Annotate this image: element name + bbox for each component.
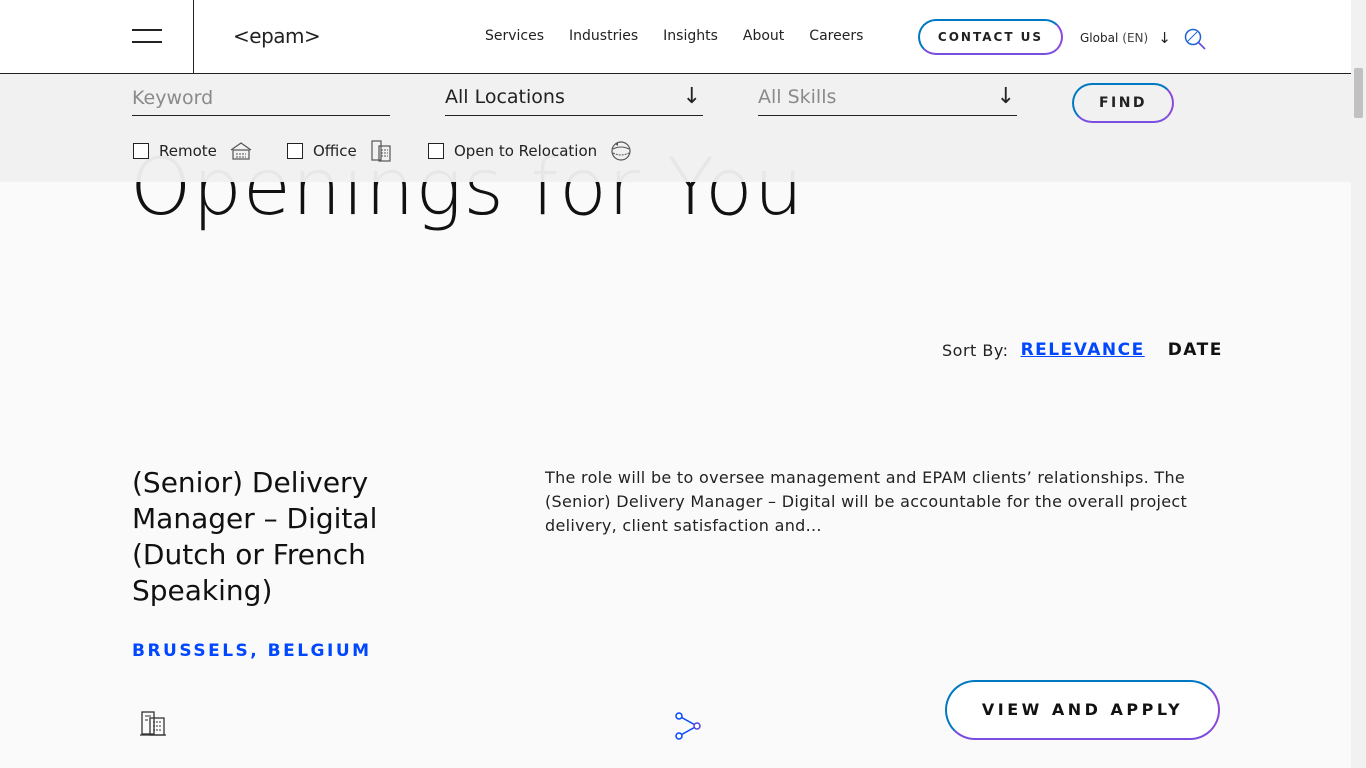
checkbox-box[interactable]: [287, 143, 303, 159]
skills-select[interactable]: All Skills ↓: [758, 84, 1017, 116]
office-checkbox[interactable]: Office: [287, 139, 393, 163]
region-selector[interactable]: Global (EN) ↓: [1080, 29, 1171, 47]
remote-checkbox[interactable]: Remote: [133, 139, 253, 163]
main-nav: Services Industries Insights About Caree…: [485, 28, 888, 44]
chevron-down-icon: ↓: [682, 84, 701, 109]
keyword-input[interactable]: [132, 84, 390, 109]
location-select[interactable]: All Locations ↓: [445, 84, 703, 116]
job-location: BRUSSELS, BELGIUM: [132, 641, 372, 661]
share-icon[interactable]: [672, 710, 704, 742]
location-value: All Locations: [445, 86, 565, 108]
keyword-field[interactable]: [132, 84, 390, 116]
remote-house-icon: [230, 142, 252, 160]
checkbox-box[interactable]: [133, 143, 149, 159]
find-button[interactable]: FIND: [1072, 83, 1174, 123]
page: Openings for You Sort By: RELEVANCE DATE…: [0, 0, 1366, 768]
job-description: The role will be to oversee management a…: [545, 468, 1188, 535]
sort-label: Sort By:: [942, 340, 1009, 360]
nav-careers[interactable]: Careers: [809, 28, 863, 44]
remote-label: Remote: [159, 142, 217, 160]
skills-value: All Skills: [758, 86, 837, 108]
job-title-link[interactable]: (Senior) Delivery Manager – Digital (Dut…: [132, 465, 462, 609]
sort-controls: Sort By: RELEVANCE DATE: [942, 340, 1223, 360]
nav-services[interactable]: Services: [485, 28, 544, 44]
checkbox-box[interactable]: [428, 143, 444, 159]
page-scrollbar[interactable]: [1351, 0, 1366, 768]
language-label: (EN): [1122, 31, 1149, 45]
nav-industries[interactable]: Industries: [569, 28, 638, 44]
relocation-icon: [611, 141, 631, 161]
office-building-icon: [371, 140, 391, 162]
site-header: <epam> Services Industries Insights Abou…: [0, 0, 1351, 74]
sort-date-link[interactable]: DATE: [1168, 340, 1223, 360]
office-label: Office: [313, 142, 357, 160]
menu-icon[interactable]: [132, 29, 162, 45]
office-building-icon: [140, 711, 166, 736]
chevron-down-icon: ↓: [1158, 29, 1171, 47]
nav-about[interactable]: About: [743, 28, 784, 44]
view-and-apply-button[interactable]: VIEW AND APPLY: [945, 680, 1220, 740]
scrollbar-thumb[interactable]: [1354, 68, 1363, 118]
relocation-label: Open to Relocation: [454, 142, 598, 160]
sort-relevance-link[interactable]: RELEVANCE: [1021, 340, 1145, 360]
search-icon[interactable]: [1183, 27, 1207, 51]
chevron-down-icon: ↓: [996, 84, 1015, 109]
relocation-checkbox[interactable]: Open to Relocation: [428, 139, 633, 163]
epam-logo[interactable]: <epam>: [233, 24, 321, 48]
region-label: Global: [1080, 31, 1119, 45]
nav-insights[interactable]: Insights: [663, 28, 718, 44]
header-divider: [193, 0, 194, 73]
job-search-filters: All Locations ↓ All Skills ↓ FIND Remote…: [0, 74, 1351, 182]
contact-us-button[interactable]: CONTACT US: [918, 19, 1063, 55]
